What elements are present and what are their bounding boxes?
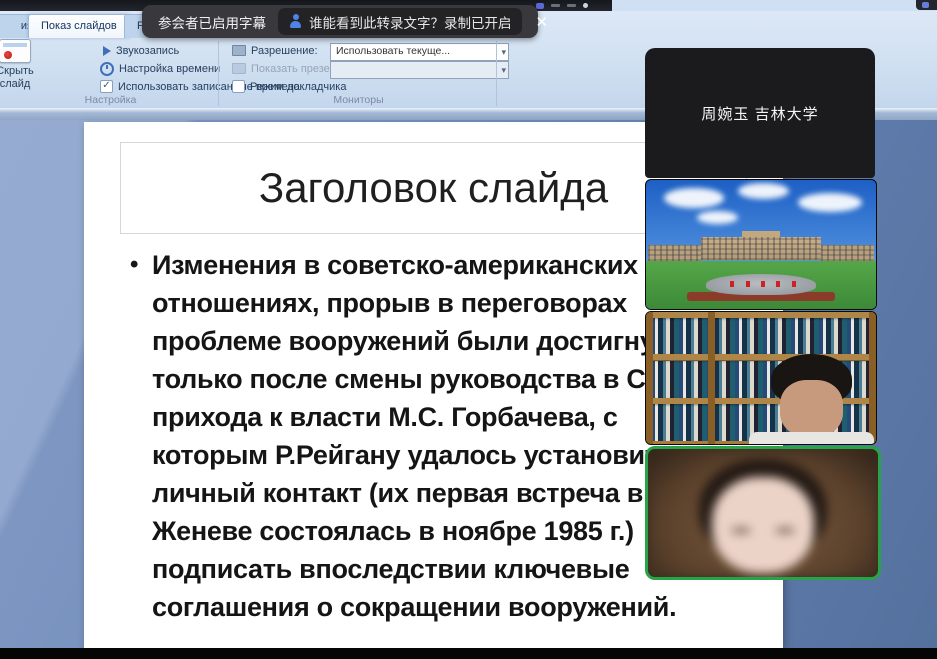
monument-stone xyxy=(706,274,816,295)
resolution-value: Использовать текуще... xyxy=(336,45,450,57)
slide-title: Заголовок слайда xyxy=(259,164,608,212)
hide-slide-label-1: Скрыть xyxy=(0,65,38,78)
bottom-letterbox xyxy=(0,648,937,659)
rehearse-timings-label: Настройка времени xyxy=(119,63,220,75)
window-corner-fragment xyxy=(916,0,937,10)
show-on-dropdown: ▾ xyxy=(330,61,509,79)
group-divider-2 xyxy=(496,41,497,106)
hide-slide-button[interactable]: Скрыть слайд xyxy=(0,39,38,101)
campus-building xyxy=(701,237,821,260)
checkbox-unchecked-icon[interactable] xyxy=(232,80,245,93)
participant-tile-speaker-bookshelf[interactable] xyxy=(645,311,877,445)
participant-tile-active-speaker[interactable] xyxy=(645,446,881,580)
participant-face xyxy=(766,354,858,445)
slide-body-line: соглашения о сокращении вооружений. xyxy=(130,588,783,626)
rehearse-timings-button[interactable]: Настройка времени xyxy=(100,61,220,76)
chevron-down-icon-dim: ▾ xyxy=(501,63,506,78)
resolution-row: Разрешение: xyxy=(232,43,318,58)
campus-building-wing xyxy=(648,245,701,262)
resolution-dropdown[interactable]: Использовать текуще... ▾ xyxy=(330,43,509,61)
tab-slideshow[interactable]: Показ слайдов xyxy=(28,14,130,38)
monitor-icon-dim xyxy=(232,63,246,74)
record-narration-label: Звукозапись xyxy=(116,45,179,57)
participant-tile-campus-video[interactable] xyxy=(645,179,877,310)
play-icon xyxy=(103,46,111,56)
captions-enabled-notice: 参会者已启用字幕 xyxy=(158,12,266,32)
blurred-face xyxy=(648,449,878,577)
hide-slide-label-2: слайд xyxy=(0,78,38,91)
zoom-notification-bar: 参会者已启用字幕 谁能看到此转录文字？录制已开启 ✕ xyxy=(142,5,538,38)
presenter-view-checkbox-row[interactable]: Режим докладчика xyxy=(232,79,346,94)
bullet-glyph: • xyxy=(130,246,138,284)
zoom-app-icon xyxy=(536,3,544,9)
transcript-notice-text: 谁能看到此转录文字？录制已开启 xyxy=(309,12,512,32)
screen: ия Показ слайдов Рецен Скрыть слайд Звук… xyxy=(0,0,937,659)
top-ribbon-edge xyxy=(612,0,937,11)
monitor-icon xyxy=(232,45,246,56)
close-icon[interactable]: ✕ xyxy=(536,13,549,31)
presenter-view-label: Режим докладчика xyxy=(250,81,346,93)
participant-tile-name-only[interactable]: 周婉玉 吉林大学 xyxy=(645,48,875,178)
checkbox-checked-icon[interactable]: ✓ xyxy=(100,80,113,93)
zoom-toolbar-fragment xyxy=(536,1,606,10)
person-icon xyxy=(288,14,303,29)
participant-name: 周婉玉 吉林大学 xyxy=(701,103,818,124)
hide-slide-icon xyxy=(0,39,31,63)
transcript-notice-segment[interactable]: 谁能看到此转录文字？录制已开启 xyxy=(278,8,522,35)
record-narration-button[interactable]: Звукозапись xyxy=(100,43,179,58)
campus-building-wing xyxy=(821,245,874,262)
video-sidebar: 周婉玉 吉林大学 xyxy=(645,48,875,581)
app-icon xyxy=(922,2,929,8)
chevron-down-icon[interactable]: ▾ xyxy=(501,45,506,60)
clock-icon xyxy=(100,62,114,76)
resolution-label: Разрешение: xyxy=(251,45,318,57)
